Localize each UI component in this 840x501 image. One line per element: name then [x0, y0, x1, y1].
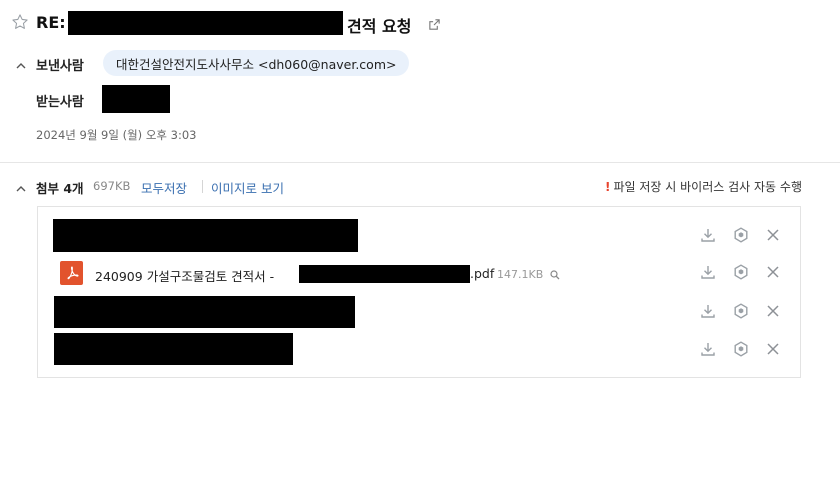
virus-scan-note: ! 파일 저장 시 바이러스 검사 자동 수행: [605, 178, 802, 195]
sender-chip[interactable]: 대한건설안전지도사사무소 <dh060@naver.com>: [103, 50, 410, 76]
warning-mark: !: [605, 180, 611, 194]
magnifier-icon[interactable]: [549, 266, 561, 280]
chevron-up-icon[interactable]: [15, 180, 27, 192]
vaccine-icon[interactable]: [732, 263, 750, 281]
virus-scan-text: 파일 저장 시 바이러스 검사 자동 수행: [613, 180, 803, 194]
download-icon[interactable]: [699, 263, 717, 281]
vaccine-icon[interactable]: [732, 302, 750, 320]
external-link-icon[interactable]: [428, 16, 441, 30]
view-as-images-link[interactable]: 이미지로 보기: [211, 178, 284, 197]
attachment-file-ext[interactable]: .pdf: [470, 266, 494, 281]
vaccine-icon[interactable]: [732, 340, 750, 358]
vaccine-icon[interactable]: [732, 226, 750, 244]
recipient-label: 받는사람: [36, 95, 84, 110]
divider: [0, 162, 840, 163]
redacted-file-name: [299, 265, 470, 283]
save-all-link[interactable]: 모두저장: [141, 178, 187, 197]
redacted-file-row: [54, 333, 293, 365]
close-icon[interactable]: [764, 263, 782, 281]
redacted-subject: [68, 11, 343, 35]
subject-suffix: 견적 요청: [347, 17, 412, 36]
redacted-recipient: [102, 85, 170, 113]
attachment-count: 첨부 4개: [36, 181, 84, 196]
star-icon[interactable]: [10, 12, 30, 32]
close-icon[interactable]: [764, 340, 782, 358]
download-icon[interactable]: [699, 226, 717, 244]
attachment-file-name[interactable]: 240909 가설구조물검토 견적서 -: [95, 266, 274, 285]
download-icon[interactable]: [699, 340, 717, 358]
redacted-file-row: [54, 296, 355, 328]
sender-label: 보낸사람: [36, 59, 84, 74]
attachment-total-size: 697KB: [93, 179, 131, 193]
link-separator: [202, 180, 203, 193]
download-icon[interactable]: [699, 302, 717, 320]
sent-date: 2024년 9월 9일 (월) 오후 3:03: [36, 128, 197, 142]
redacted-file-row: [53, 219, 358, 252]
close-icon[interactable]: [764, 226, 782, 244]
subject-prefix: RE:: [36, 13, 66, 32]
close-icon[interactable]: [764, 302, 782, 320]
chevron-up-icon[interactable]: [15, 57, 27, 69]
pdf-file-icon: [60, 261, 83, 285]
attachment-file-size: 147.1KB: [497, 268, 544, 281]
